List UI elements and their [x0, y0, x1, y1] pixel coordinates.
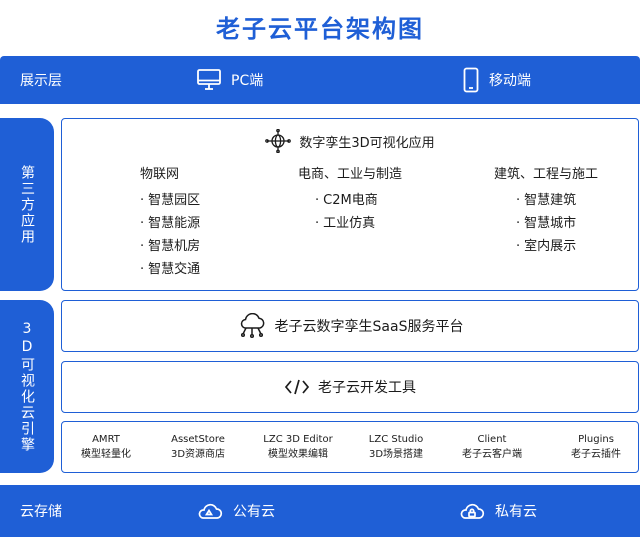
list-item: C2M电商: [315, 189, 402, 212]
tool-assetstore: AssetStore 3D资源商店: [171, 432, 225, 462]
tool-plugins: Plugins 老子云插件: [571, 432, 621, 462]
tool-amrt: AMRT 模型轻量化: [81, 432, 131, 462]
tool-name: Client: [477, 434, 507, 445]
tool-desc: 模型效果编辑: [267, 449, 328, 460]
tool-desc: 3D资源商店: [170, 449, 226, 460]
mobile-client-item: 移动端: [463, 56, 531, 104]
list-item: 智慧园区: [140, 189, 200, 212]
ecommerce-column: 电商、工业与制造 C2M电商 工业仿真: [298, 163, 402, 235]
list-item: 智慧建筑: [516, 189, 598, 212]
globe-network-icon: [265, 129, 292, 153]
tools-panel: AMRT 模型轻量化 AssetStore 3D资源商店 LZC 3D Edit…: [61, 421, 639, 473]
list-item: 智慧城市: [516, 212, 598, 235]
dev-tools-panel: 老子云开发工具: [61, 361, 639, 413]
public-cloud-item: 公有云: [197, 485, 275, 537]
tool-name: LZC Studio: [368, 434, 424, 445]
public-cloud-label: 公有云: [233, 504, 275, 520]
tool-desc: 老子云插件: [571, 449, 621, 460]
tool-desc: 模型轻量化: [81, 449, 131, 460]
tool-name: AssetStore: [171, 434, 225, 445]
tool-name: LZC 3D Editor: [263, 434, 333, 445]
construction-column-title: 建筑、工程与施工: [494, 167, 599, 182]
engine-side-label: 3D可视化云引擎: [0, 300, 54, 473]
ecommerce-column-title: 电商、工业与制造: [298, 167, 403, 182]
saas-platform-panel: 老子云数字孪生SaaS服务平台: [61, 300, 639, 352]
saas-platform-label: 老子云数字孪生SaaS服务平台: [274, 319, 464, 335]
display-layer-band: 展示层 PC端 移动端: [0, 56, 640, 104]
tool-desc: 老子云客户端: [462, 449, 522, 460]
tool-client: Client 老子云客户端: [462, 432, 522, 462]
cloud-storage-band: 云存储 公有云 私有云: [0, 485, 640, 537]
monitor-icon: [197, 69, 221, 90]
third-party-panel: 数字孪生3D可视化应用 物联网 智慧园区 智慧能源 智慧机房 智慧交通 电商、工…: [61, 118, 639, 291]
tool-lzc-studio: LZC Studio 3D场景搭建: [369, 432, 423, 462]
third-party-side-label: 第三方应用: [0, 118, 54, 291]
display-layer-label: 展示层: [20, 73, 62, 89]
public-cloud-icon: [198, 503, 223, 519]
digital-twin-title: 数字孪生3D可视化应用: [299, 135, 435, 151]
list-item: 室内展示: [516, 235, 598, 258]
list-item: 智慧机房: [140, 235, 200, 258]
mobile-client-label: 移动端: [489, 73, 531, 89]
cloud-storage-label: 云存储: [20, 504, 62, 520]
private-cloud-label: 私有云: [495, 504, 537, 520]
mobile-icon: [463, 67, 479, 93]
pc-client-label: PC端: [231, 73, 264, 89]
private-cloud-item: 私有云: [459, 485, 537, 537]
tool-name: Plugins: [578, 434, 614, 445]
pc-client-item: PC端: [197, 56, 263, 104]
list-item: 智慧交通: [140, 258, 200, 281]
iot-column: 物联网 智慧园区 智慧能源 智慧机房 智慧交通: [140, 163, 200, 281]
tool-desc: 3D场景搭建: [368, 449, 424, 460]
tool-lzc-3d-editor: LZC 3D Editor 模型效果编辑: [263, 432, 332, 462]
page-title: 老子云平台架构图: [216, 14, 424, 43]
construction-column: 建筑、工程与施工 智慧建筑 智慧城市 室内展示: [494, 163, 598, 258]
private-cloud-icon: [460, 503, 485, 519]
tool-name: AMRT: [92, 434, 120, 445]
code-icon: [284, 379, 310, 395]
list-item: 工业仿真: [315, 212, 402, 235]
iot-column-title: 物联网: [140, 167, 180, 182]
digital-twin-header: 数字孪生3D可视化应用: [62, 129, 638, 153]
dev-tools-label: 老子云开发工具: [318, 380, 416, 396]
list-item: 智慧能源: [140, 212, 200, 235]
cloud-network-icon: [240, 313, 264, 339]
